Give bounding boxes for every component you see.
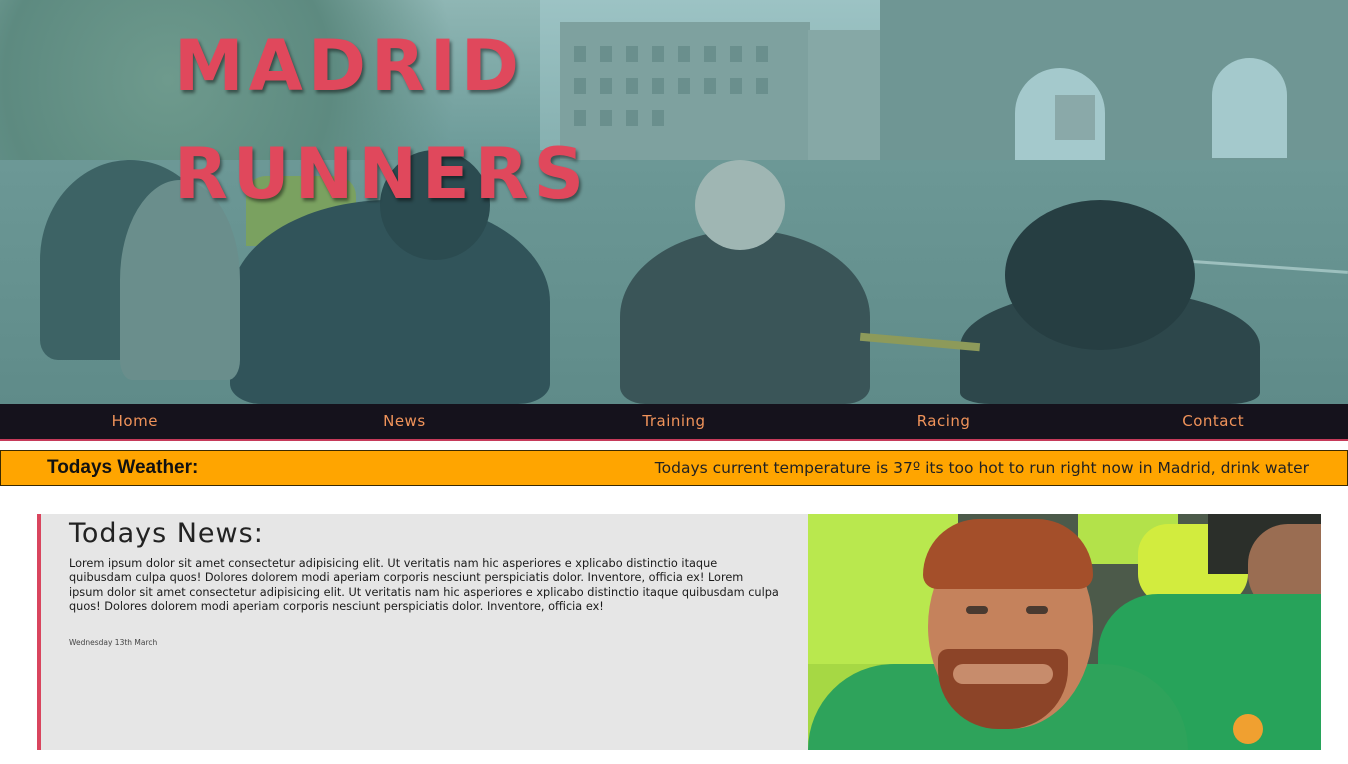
site-title: MADRID RUNNERS xyxy=(174,12,694,228)
hero-person xyxy=(620,230,870,404)
weather-label: Todays Weather: xyxy=(47,457,199,478)
nav-news[interactable]: News xyxy=(270,404,540,439)
news-date: Wednesday 13th March xyxy=(69,638,158,647)
news-heading: Todays News: xyxy=(69,518,264,549)
weather-banner: Todays Weather: Todays current temperatu… xyxy=(0,450,1348,486)
hero-banner: MADRID RUNNERS xyxy=(0,0,1348,404)
nav-contact[interactable]: Contact xyxy=(1078,404,1348,439)
weather-message: Todays current temperature is 37º its to… xyxy=(654,459,1309,477)
nav-racing[interactable]: Racing xyxy=(809,404,1079,439)
nav-training[interactable]: Training xyxy=(539,404,809,439)
news-card: Todays News: Lorem ipsum dolor sit amet … xyxy=(37,514,808,750)
site-title-line1: MADRID xyxy=(174,25,524,107)
news-body: Lorem ipsum dolor sit amet consectetur a… xyxy=(69,557,779,613)
hero-tower xyxy=(1055,95,1095,140)
hero-person xyxy=(695,160,785,250)
news-photo xyxy=(808,514,1321,750)
hero-person xyxy=(1005,200,1195,350)
nav-home[interactable]: Home xyxy=(0,404,270,439)
main-nav: Home News Training Racing Contact xyxy=(0,404,1348,441)
site-title-line2: RUNNERS xyxy=(174,133,590,215)
hero-gate xyxy=(880,0,1348,175)
